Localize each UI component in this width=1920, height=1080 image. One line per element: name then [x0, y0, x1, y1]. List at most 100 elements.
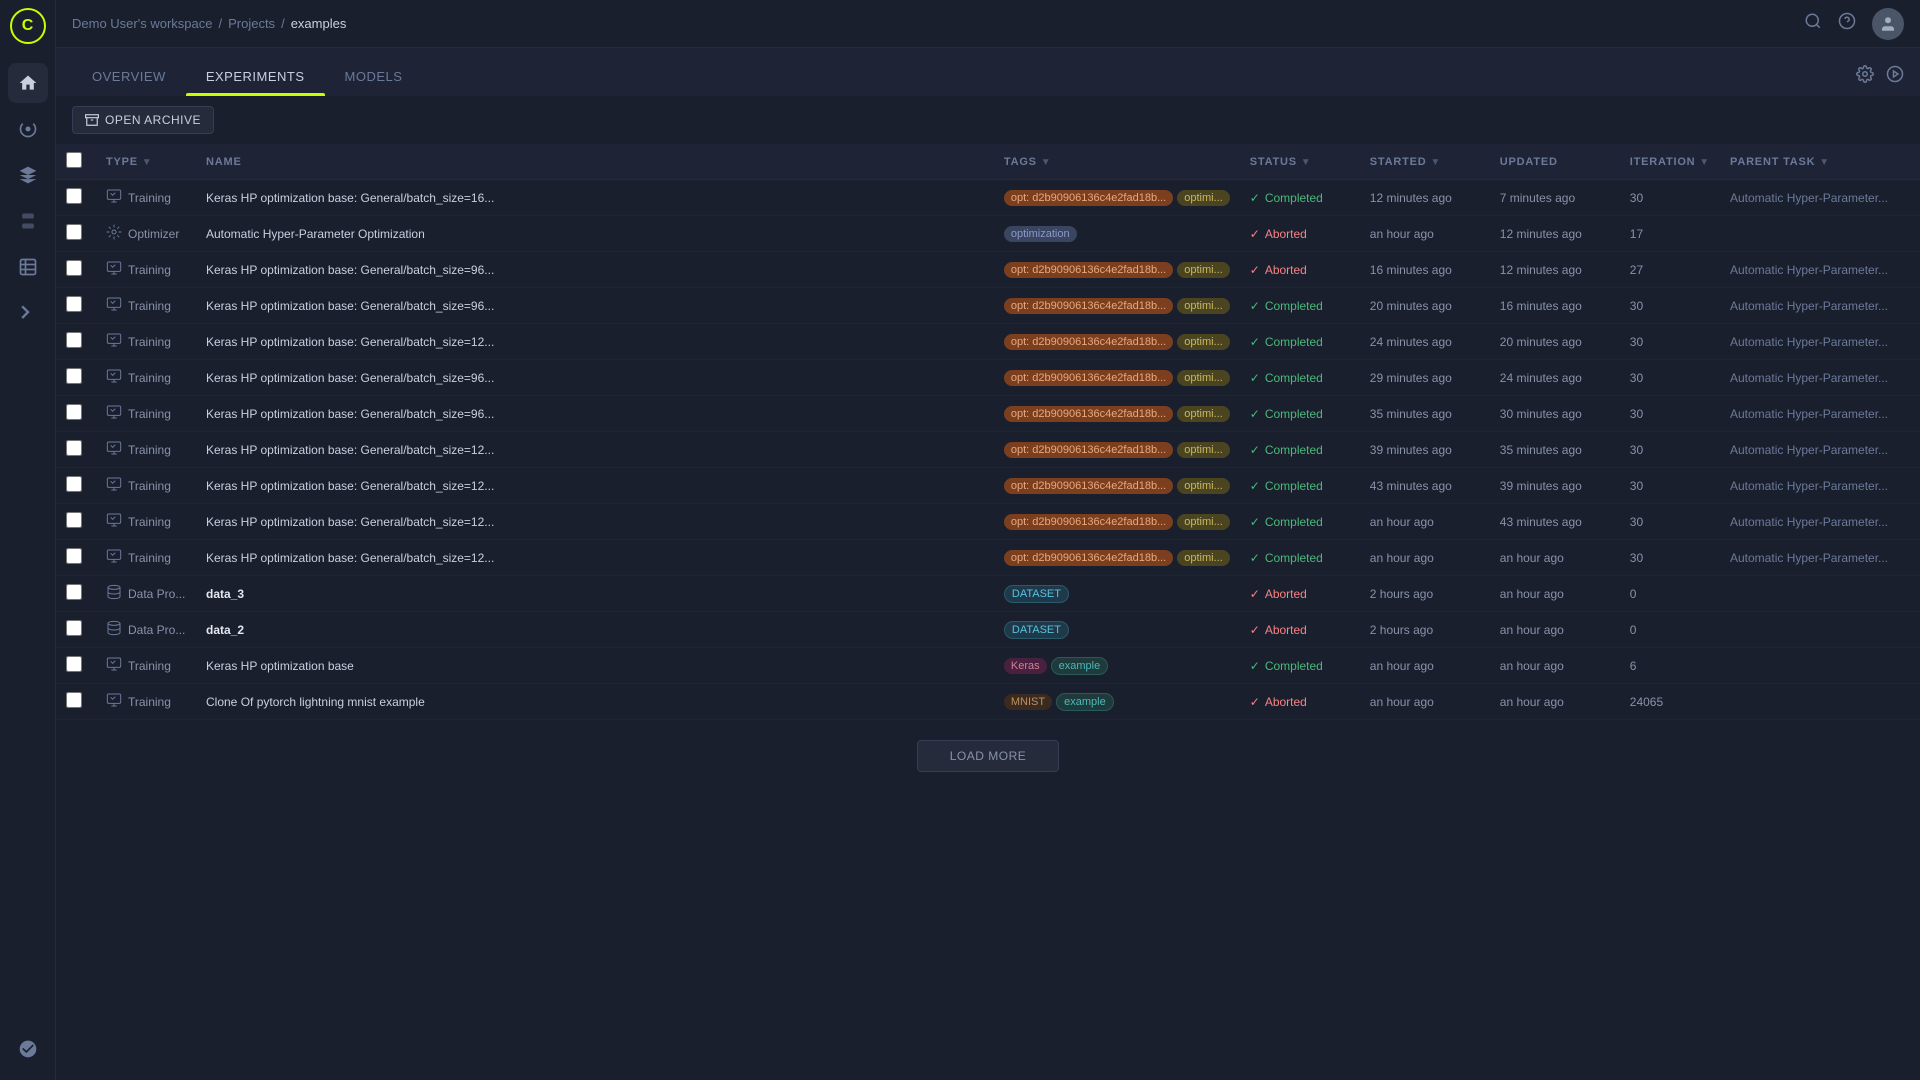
experiment-name[interactable]: Keras HP optimization base: General/batc… [206, 335, 494, 349]
row-checkbox[interactable] [66, 404, 82, 420]
tag[interactable]: opt: d2b90906136c4e2fad18b... [1004, 262, 1173, 278]
row-checkbox[interactable] [66, 332, 82, 348]
search-icon[interactable] [1804, 12, 1822, 35]
tag[interactable]: opt: d2b90906136c4e2fad18b... [1004, 550, 1173, 566]
table-row[interactable]: Optimizer Automatic Hyper-Parameter Opti… [56, 216, 1920, 252]
tag[interactable]: opt: d2b90906136c4e2fad18b... [1004, 478, 1173, 494]
row-checkbox[interactable] [66, 440, 82, 456]
play-icon[interactable] [1886, 65, 1904, 88]
experiment-name[interactable]: Keras HP optimization base: General/batc… [206, 443, 494, 457]
tag[interactable]: optimi... [1177, 550, 1230, 566]
table-row[interactable]: Training Keras HP optimization base: Gen… [56, 360, 1920, 396]
experiment-name[interactable]: Keras HP optimization base: General/batc… [206, 551, 494, 565]
tag[interactable]: opt: d2b90906136c4e2fad18b... [1004, 514, 1173, 530]
row-checkbox[interactable] [66, 620, 82, 636]
experiment-name[interactable]: Keras HP optimization base: General/batc… [206, 407, 494, 421]
experiment-name[interactable]: Keras HP optimization base: General/batc… [206, 479, 494, 493]
table-row[interactable]: Training Keras HP optimization base: Gen… [56, 252, 1920, 288]
tag[interactable]: optimization [1004, 226, 1077, 242]
table-row[interactable]: Training Keras HP optimization base: Gen… [56, 504, 1920, 540]
sidebar-item-deploy[interactable] [8, 293, 48, 333]
header-checkbox[interactable] [56, 144, 96, 180]
header-iteration[interactable]: ITERATION ▼ [1620, 144, 1720, 180]
tag[interactable]: Keras [1004, 658, 1047, 674]
avatar[interactable] [1872, 8, 1904, 40]
experiment-name[interactable]: data_2 [206, 623, 244, 637]
row-checkbox[interactable] [66, 368, 82, 384]
sidebar-item-tables[interactable] [8, 247, 48, 287]
experiment-name[interactable]: Automatic Hyper-Parameter Optimization [206, 227, 425, 241]
row-checkbox[interactable] [66, 692, 82, 708]
tag[interactable]: example [1056, 693, 1114, 711]
tag[interactable]: DATASET [1004, 585, 1069, 603]
tag[interactable]: optimi... [1177, 478, 1230, 494]
tab-experiments[interactable]: EXPERIMENTS [186, 57, 325, 96]
row-checkbox[interactable] [66, 296, 82, 312]
experiment-name[interactable]: Clone Of pytorch lightning mnist example [206, 695, 425, 709]
tag[interactable]: optimi... [1177, 370, 1230, 386]
table-row[interactable]: Training Keras HP optimization base: Gen… [56, 432, 1920, 468]
experiment-name[interactable]: data_3 [206, 587, 244, 601]
tag[interactable]: opt: d2b90906136c4e2fad18b... [1004, 334, 1173, 350]
tag[interactable]: optimi... [1177, 298, 1230, 314]
breadcrumb-projects[interactable]: Projects [228, 16, 275, 31]
row-checkbox[interactable] [66, 584, 82, 600]
tab-overview[interactable]: OVERVIEW [72, 57, 186, 96]
row-checkbox[interactable] [66, 476, 82, 492]
tag[interactable]: DATASET [1004, 621, 1069, 639]
row-checkbox[interactable] [66, 224, 82, 240]
table-row[interactable]: Training Clone Of pytorch lightning mnis… [56, 684, 1920, 720]
row-checkbox[interactable] [66, 548, 82, 564]
tab-models[interactable]: MODELS [325, 57, 423, 96]
sidebar-item-dashboard[interactable] [8, 109, 48, 149]
tag[interactable]: opt: d2b90906136c4e2fad18b... [1004, 370, 1173, 386]
tag[interactable]: optimi... [1177, 334, 1230, 350]
tag[interactable]: optimi... [1177, 190, 1230, 206]
tag[interactable]: opt: d2b90906136c4e2fad18b... [1004, 442, 1173, 458]
sidebar-item-integrations[interactable] [8, 1029, 48, 1069]
sidebar-item-pipelines[interactable] [8, 201, 48, 241]
settings-icon[interactable] [1856, 65, 1874, 88]
sidebar-item-home[interactable] [8, 63, 48, 103]
table-row[interactable]: Training Keras HP optimization base: Gen… [56, 540, 1920, 576]
table-row[interactable]: Data Pro... data_3 DATASET ✓ Aborted 2 h… [56, 576, 1920, 612]
tag[interactable]: optimi... [1177, 514, 1230, 530]
table-row[interactable]: Training Keras HP optimization base Kera… [56, 648, 1920, 684]
experiment-name[interactable]: Keras HP optimization base: General/batc… [206, 515, 494, 529]
row-checkbox[interactable] [66, 512, 82, 528]
experiment-name[interactable]: Keras HP optimization base [206, 659, 354, 673]
header-tags[interactable]: TAGS ▼ [994, 144, 1240, 180]
tag[interactable]: optimi... [1177, 262, 1230, 278]
experiment-name[interactable]: Keras HP optimization base: General/batc… [206, 191, 494, 205]
sidebar-item-layers[interactable] [8, 155, 48, 195]
row-checkbox[interactable] [66, 656, 82, 672]
header-updated[interactable]: UPDATED [1490, 144, 1620, 180]
app-logo[interactable]: C [10, 8, 46, 44]
tag[interactable]: opt: d2b90906136c4e2fad18b... [1004, 298, 1173, 314]
experiment-name[interactable]: Keras HP optimization base: General/batc… [206, 263, 494, 277]
header-parent-task[interactable]: PARENT TASK ▼ [1720, 144, 1920, 180]
table-row[interactable]: Training Keras HP optimization base: Gen… [56, 180, 1920, 216]
experiment-name[interactable]: Keras HP optimization base: General/batc… [206, 371, 494, 385]
table-row[interactable]: Data Pro... data_2 DATASET ✓ Aborted 2 h… [56, 612, 1920, 648]
header-status[interactable]: STATUS ▼ [1240, 144, 1360, 180]
select-all-checkbox[interactable] [66, 152, 82, 168]
breadcrumb-workspace[interactable]: Demo User's workspace [72, 16, 212, 31]
tag[interactable]: optimi... [1177, 406, 1230, 422]
table-row[interactable]: Training Keras HP optimization base: Gen… [56, 468, 1920, 504]
tag[interactable]: example [1051, 657, 1109, 675]
tag[interactable]: opt: d2b90906136c4e2fad18b... [1004, 406, 1173, 422]
header-started[interactable]: STARTED ▼ [1360, 144, 1490, 180]
header-name[interactable]: NAME [196, 144, 994, 180]
header-type[interactable]: TYPE ▼ [96, 144, 196, 180]
tag[interactable]: optimi... [1177, 442, 1230, 458]
experiment-name[interactable]: Keras HP optimization base: General/batc… [206, 299, 494, 313]
open-archive-button[interactable]: OPEN ARCHIVE [72, 106, 214, 134]
tag[interactable]: MNIST [1004, 694, 1052, 710]
table-row[interactable]: Training Keras HP optimization base: Gen… [56, 396, 1920, 432]
row-checkbox[interactable] [66, 260, 82, 276]
table-row[interactable]: Training Keras HP optimization base: Gen… [56, 288, 1920, 324]
tag[interactable]: opt: d2b90906136c4e2fad18b... [1004, 190, 1173, 206]
row-checkbox[interactable] [66, 188, 82, 204]
load-more-button[interactable]: LOAD MORE [917, 740, 1060, 772]
